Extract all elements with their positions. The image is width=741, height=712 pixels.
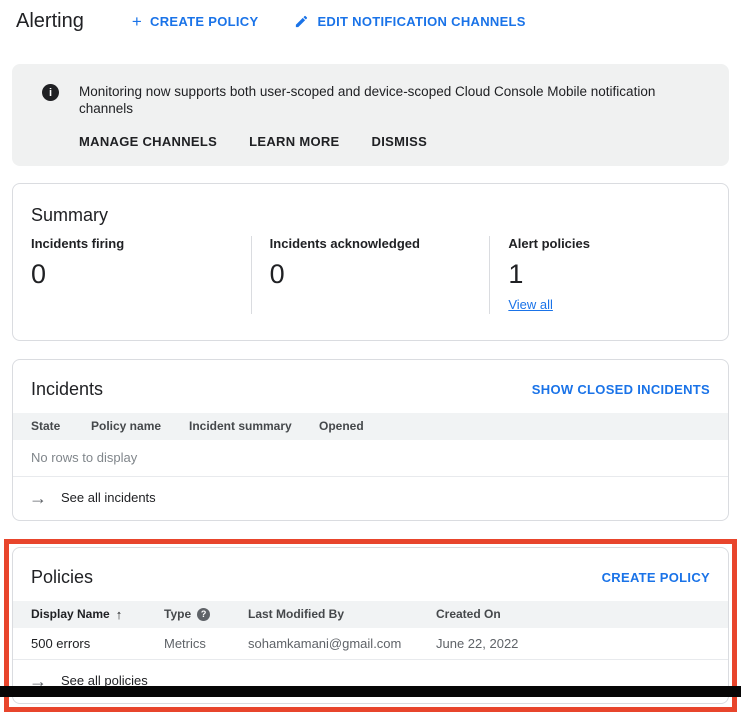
page-title: Alerting bbox=[16, 10, 84, 33]
incidents-empty-row: No rows to display bbox=[13, 440, 728, 477]
column-header-incident-summary: Incident summary bbox=[189, 419, 319, 433]
learn-more-button[interactable]: LEARN MORE bbox=[249, 134, 339, 149]
arrow-right-icon: → bbox=[29, 489, 47, 507]
column-header-state: State bbox=[31, 419, 91, 433]
policies-table-header: Display Name ↑ Type ? Last Modified By C… bbox=[13, 601, 728, 628]
banner-message: Monitoring now supports both user-scoped… bbox=[79, 83, 705, 117]
policy-created-on-cell: June 22, 2022 bbox=[436, 636, 728, 651]
stat-incidents-firing: Incidents firing 0 bbox=[13, 236, 251, 314]
summary-stats: Incidents firing 0 Incidents acknowledge… bbox=[13, 236, 728, 340]
info-icon: i bbox=[42, 84, 59, 101]
sort-ascending-icon: ↑ bbox=[116, 607, 123, 622]
stat-value: 1 bbox=[508, 260, 710, 290]
column-header-display-name[interactable]: Display Name ↑ bbox=[31, 607, 164, 622]
incidents-title: Incidents bbox=[31, 379, 103, 400]
view-all-link[interactable]: View all bbox=[508, 297, 553, 312]
policy-table-row[interactable]: 500 errors Metrics sohamkamani@gmail.com… bbox=[13, 628, 728, 660]
policies-title: Policies bbox=[31, 567, 93, 588]
stat-label: Incidents acknowledged bbox=[270, 236, 472, 251]
stat-value: 0 bbox=[270, 260, 472, 290]
create-policy-card-button[interactable]: CREATE POLICY bbox=[602, 570, 710, 585]
dismiss-button[interactable]: DISMISS bbox=[372, 134, 428, 149]
bottom-black-strip bbox=[0, 686, 741, 697]
summary-card: Summary Incidents firing 0 Incidents ack… bbox=[12, 183, 729, 341]
type-label: Type bbox=[164, 607, 191, 621]
stat-label: Alert policies bbox=[508, 236, 710, 251]
create-policy-button[interactable]: + CREATE POLICY bbox=[132, 13, 259, 30]
edit-channels-label: EDIT NOTIFICATION CHANNELS bbox=[317, 14, 525, 29]
incidents-table-header: State Policy name Incident summary Opene… bbox=[13, 413, 728, 440]
show-closed-incidents-button[interactable]: SHOW CLOSED INCIDENTS bbox=[532, 382, 710, 397]
stat-incidents-acknowledged: Incidents acknowledged 0 bbox=[251, 236, 490, 314]
policy-last-modified-by-cell: sohamkamani@gmail.com bbox=[248, 636, 436, 651]
incidents-card: Incidents SHOW CLOSED INCIDENTS State Po… bbox=[12, 359, 729, 521]
column-header-type: Type ? bbox=[164, 607, 248, 621]
see-all-incidents-link[interactable]: → See all incidents bbox=[13, 477, 728, 520]
help-icon[interactable]: ? bbox=[197, 608, 210, 621]
stat-label: Incidents firing bbox=[31, 236, 233, 251]
header-actions: + CREATE POLICY EDIT NOTIFICATION CHANNE… bbox=[132, 13, 526, 30]
policies-card: Policies CREATE POLICY Display Name ↑ Ty… bbox=[12, 547, 729, 704]
manage-channels-button[interactable]: MANAGE CHANNELS bbox=[79, 134, 217, 149]
pencil-icon bbox=[294, 14, 309, 29]
summary-title: Summary bbox=[31, 205, 710, 226]
edit-notification-channels-button[interactable]: EDIT NOTIFICATION CHANNELS bbox=[294, 14, 525, 29]
create-policy-label: CREATE POLICY bbox=[150, 14, 258, 29]
page-header: Alerting + CREATE POLICY EDIT NOTIFICATI… bbox=[0, 0, 741, 42]
policy-type-cell: Metrics bbox=[164, 636, 248, 651]
display-name-label: Display Name bbox=[31, 607, 110, 621]
column-header-created-on: Created On bbox=[436, 607, 728, 621]
column-header-last-modified-by: Last Modified By bbox=[248, 607, 436, 621]
stat-value: 0 bbox=[31, 260, 233, 290]
stat-alert-policies: Alert policies 1 View all bbox=[489, 236, 728, 314]
column-header-opened: Opened bbox=[319, 419, 728, 433]
plus-icon: + bbox=[132, 13, 142, 30]
column-header-policy-name: Policy name bbox=[91, 419, 189, 433]
notification-banner: i Monitoring now supports both user-scop… bbox=[12, 64, 729, 166]
see-all-incidents-label: See all incidents bbox=[61, 490, 156, 505]
policy-display-name-cell[interactable]: 500 errors bbox=[31, 636, 164, 651]
